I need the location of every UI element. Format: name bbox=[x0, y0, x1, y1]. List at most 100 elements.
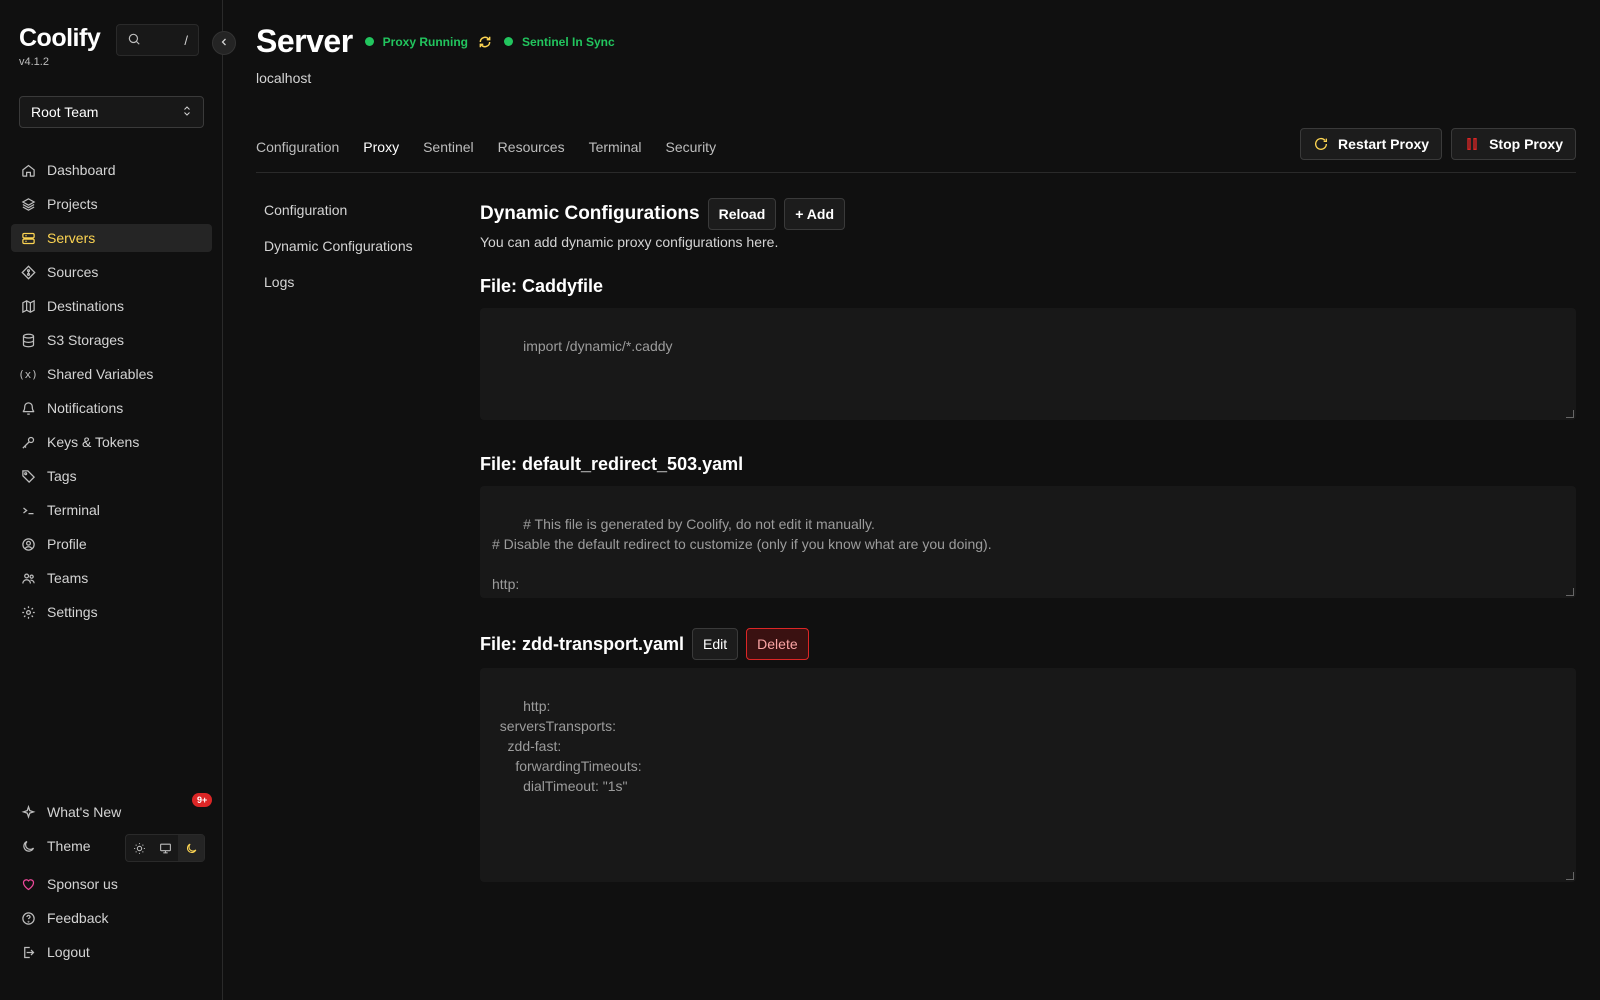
reload-button[interactable]: Reload bbox=[707, 198, 777, 230]
status-dot bbox=[503, 37, 513, 46]
sidebar-item-dashboard[interactable]: Dashboard bbox=[11, 156, 212, 184]
feedback-button[interactable]: Feedback bbox=[11, 904, 212, 932]
proxy-status-badge: Proxy Running bbox=[364, 35, 468, 49]
moon-icon bbox=[20, 838, 36, 854]
chevron-left-icon bbox=[218, 35, 230, 51]
team-select-value: Root Team bbox=[31, 104, 99, 120]
file-content-textarea[interactable]: import /dynamic/*.caddy bbox=[480, 308, 1576, 420]
sidebar-item-label: Destinations bbox=[47, 298, 125, 314]
restart-proxy-label: Restart Proxy bbox=[1338, 136, 1430, 152]
file-content-textarea[interactable]: # This file is generated by Coolify, do … bbox=[480, 486, 1576, 598]
stop-proxy-button[interactable]: Stop Proxy bbox=[1451, 128, 1576, 160]
collapse-sidebar-button[interactable] bbox=[212, 31, 236, 55]
help-circle-icon bbox=[20, 910, 36, 926]
sidebar-item-label: Sources bbox=[47, 264, 99, 280]
sidebar-item-label: S3 Storages bbox=[47, 332, 125, 348]
edit-button[interactable]: Edit bbox=[692, 628, 739, 660]
server-name: localhost bbox=[256, 70, 312, 86]
subnav-configuration[interactable]: Configuration bbox=[264, 202, 413, 238]
dynamic-configurations-panel: Dynamic Configurations Reload + Add You … bbox=[480, 198, 1576, 882]
sidebar-item-label: Projects bbox=[47, 196, 98, 212]
subnav-dynamic-configurations[interactable]: Dynamic Configurations bbox=[264, 238, 413, 274]
search-icon bbox=[127, 32, 141, 49]
sidebar-item-label: Servers bbox=[47, 230, 96, 246]
sidebar-item-s3-storages[interactable]: S3 Storages bbox=[11, 326, 212, 354]
brand: Coolify v4.1.2 bbox=[19, 24, 101, 68]
add-button[interactable]: + Add bbox=[784, 198, 846, 230]
moon-toggle-icon[interactable] bbox=[178, 835, 204, 861]
section-description: You can add dynamic proxy configurations… bbox=[480, 234, 779, 250]
stop-proxy-label: Stop Proxy bbox=[1489, 136, 1563, 152]
sidebar-item-label: Tags bbox=[47, 468, 77, 484]
sidebar-item-tags[interactable]: Tags bbox=[11, 462, 212, 490]
pause-icon bbox=[1464, 136, 1480, 152]
sidebar-item-teams[interactable]: Teams bbox=[11, 564, 212, 592]
sidebar-nav: Dashboard Projects Servers Sources Desti… bbox=[11, 156, 212, 632]
tab-terminal[interactable]: Terminal bbox=[589, 139, 642, 155]
tabs-divider bbox=[256, 172, 1576, 173]
sidebar-item-terminal[interactable]: Terminal bbox=[11, 496, 212, 524]
file-header: File: zdd-transport.yaml Edit Delete bbox=[480, 628, 1576, 660]
tag-icon bbox=[20, 468, 36, 484]
sidebar-item-shared-variables[interactable]: (x) Shared Variables bbox=[11, 360, 212, 388]
bell-icon bbox=[20, 400, 36, 416]
destination-icon bbox=[20, 298, 36, 314]
sidebar-item-label: Settings bbox=[47, 604, 98, 620]
tab-sentinel[interactable]: Sentinel bbox=[423, 139, 474, 155]
file-title: File: zdd-transport.yaml bbox=[480, 633, 685, 654]
sidebar-item-servers[interactable]: Servers bbox=[11, 224, 212, 252]
sidebar-item-notifications[interactable]: Notifications bbox=[11, 394, 212, 422]
file-block-zdd-transport: File: zdd-transport.yaml Edit Delete htt… bbox=[480, 628, 1576, 882]
resize-handle[interactable] bbox=[1566, 410, 1574, 418]
server-icon bbox=[20, 230, 36, 246]
sidebar-item-keys-tokens[interactable]: Keys & Tokens bbox=[11, 428, 212, 456]
gear-icon bbox=[20, 604, 36, 620]
logout-button[interactable]: Logout bbox=[11, 938, 212, 966]
tab-resources[interactable]: Resources bbox=[498, 139, 565, 155]
file-title: File: Caddyfile bbox=[480, 276, 604, 296]
team-select[interactable]: Root Team bbox=[19, 96, 204, 128]
sponsor-button[interactable]: Sponsor us bbox=[11, 870, 212, 898]
terminal-icon bbox=[20, 502, 36, 518]
sun-icon[interactable] bbox=[126, 835, 152, 861]
resize-handle[interactable] bbox=[1566, 872, 1574, 880]
sidebar-item-sources[interactable]: Sources bbox=[11, 258, 212, 286]
sentinel-status-label: Sentinel In Sync bbox=[521, 34, 615, 49]
sidebar-item-profile[interactable]: Profile bbox=[11, 530, 212, 558]
restart-proxy-button[interactable]: Restart Proxy bbox=[1300, 128, 1443, 160]
delete-button[interactable]: Delete bbox=[746, 628, 809, 660]
file-content-textarea[interactable]: http: serversTransports: zdd-fast: forwa… bbox=[480, 668, 1576, 882]
page-header: Server Proxy Running Sentinel In Sync bbox=[256, 23, 615, 60]
sidebar-item-settings[interactable]: Settings bbox=[11, 598, 212, 626]
restart-icon bbox=[1313, 136, 1329, 152]
file-title: File: default_redirect_503.yaml bbox=[480, 454, 744, 474]
sidebar-item-projects[interactable]: Projects bbox=[11, 190, 212, 218]
tab-configuration[interactable]: Configuration bbox=[256, 139, 339, 155]
logout-label: Logout bbox=[47, 944, 90, 960]
main-content: Server Proxy Running Sentinel In Sync lo… bbox=[256, 0, 1576, 1000]
tab-proxy[interactable]: Proxy bbox=[363, 139, 399, 155]
resize-handle[interactable] bbox=[1566, 588, 1574, 596]
theme-toggle bbox=[125, 834, 205, 862]
file-block-caddyfile: File: Caddyfile import /dynamic/*.caddy bbox=[480, 276, 1576, 420]
sparkles-icon bbox=[20, 804, 36, 820]
sidebar-item-label: Terminal bbox=[47, 502, 100, 518]
proxy-actions: Restart Proxy Stop Proxy bbox=[1291, 128, 1576, 160]
git-icon bbox=[20, 264, 36, 280]
dynamic-configurations-header: Dynamic Configurations Reload + Add bbox=[480, 198, 1576, 230]
refresh-icon[interactable] bbox=[478, 35, 492, 49]
key-icon bbox=[20, 434, 36, 450]
sidebar-item-destinations[interactable]: Destinations bbox=[11, 292, 212, 320]
monitor-icon[interactable] bbox=[152, 835, 178, 861]
whats-new-button[interactable]: What's New 9+ bbox=[11, 793, 213, 826]
sidebar-item-label: Shared Variables bbox=[47, 366, 154, 382]
subnav-logs[interactable]: Logs bbox=[264, 274, 413, 310]
tab-security[interactable]: Security bbox=[666, 139, 717, 155]
sidebar: Coolify v4.1.2 / Root Team Dashboard Pro… bbox=[0, 0, 236, 1000]
app-logo[interactable]: Coolify bbox=[19, 24, 101, 53]
section-title: Dynamic Configurations bbox=[480, 203, 700, 224]
variable-icon: (x) bbox=[18, 367, 38, 381]
theme-row: Theme bbox=[11, 832, 212, 862]
app-version: v4.1.2 bbox=[19, 56, 49, 68]
search-button[interactable]: / bbox=[116, 24, 199, 56]
